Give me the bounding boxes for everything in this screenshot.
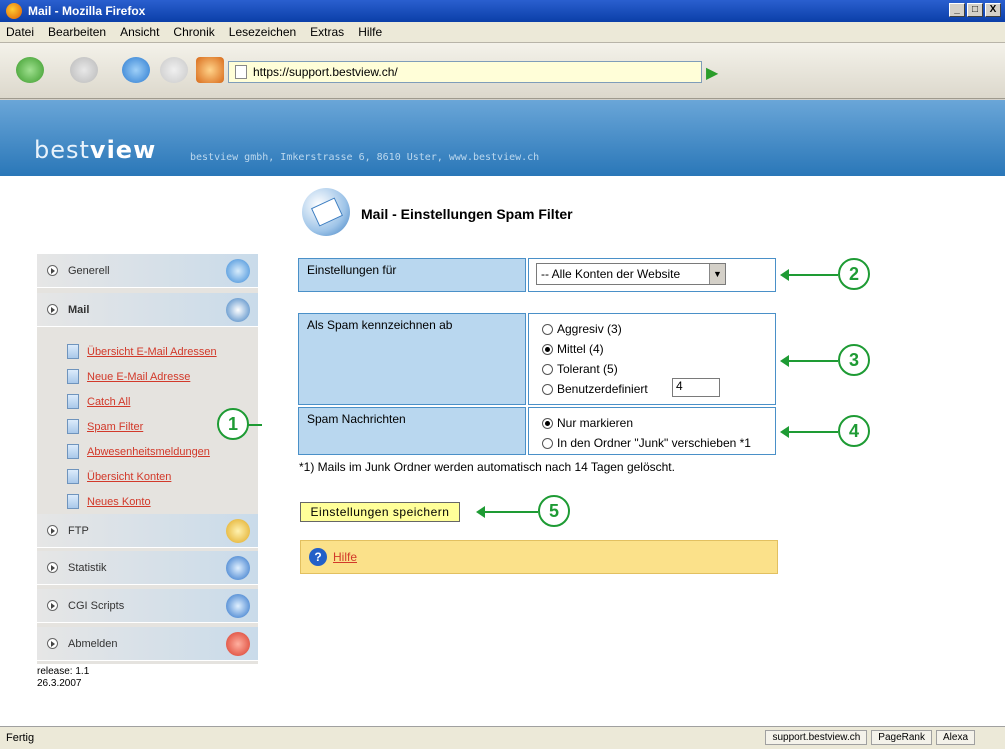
forward-arrow-icon[interactable]: [70, 57, 98, 83]
menu-datei[interactable]: Datei: [6, 25, 34, 39]
menu-ansicht[interactable]: Ansicht: [120, 25, 159, 39]
bullet-icon: [47, 265, 58, 276]
script-icon: [226, 594, 250, 618]
radio-aggresiv[interactable]: Aggresiv (3): [542, 322, 622, 336]
statistik-icon: [226, 556, 250, 580]
menu-hilfe[interactable]: Hilfe: [358, 25, 382, 39]
radio-benutzerdefiniert[interactable]: Benutzerdefiniert: [542, 382, 648, 396]
page-title: Mail - Einstellungen Spam Filter: [361, 206, 573, 222]
help-link[interactable]: Hilfe: [333, 550, 357, 564]
document-icon: [67, 444, 79, 459]
radio-tolerant[interactable]: Tolerant (5): [542, 362, 618, 376]
document-icon: [67, 419, 79, 434]
power-icon: [226, 632, 250, 656]
bullet-icon: [47, 562, 58, 573]
menu-chronik[interactable]: Chronik: [173, 25, 214, 39]
release-info: release: 1.1 26.3.2007: [37, 666, 90, 689]
document-icon: [67, 494, 79, 509]
callout-1: 1: [217, 408, 249, 440]
sidebar-link-abwesenheit[interactable]: Abwesenheitsmeldungen: [67, 444, 210, 459]
callout-5: 5: [538, 495, 570, 527]
sidebar-item-statistik[interactable]: Statistik: [37, 551, 258, 585]
callout-2: 2: [838, 258, 870, 290]
bullet-icon: [47, 525, 58, 536]
help-bar: ? Hilfe: [300, 540, 778, 574]
settings-for-label: Einstellungen für: [298, 258, 526, 292]
url-text: https://support.bestview.ch/: [253, 65, 398, 79]
save-settings-button[interactable]: Einstellungen speichern: [300, 502, 460, 522]
status-right: support.bestview.ch PageRank Alexa: [765, 730, 975, 745]
callout-4: 4: [838, 415, 870, 447]
minimize-button[interactable]: _: [949, 3, 965, 17]
status-text: Fertig: [6, 732, 35, 744]
site-tagline: bestview gmbh, Imkerstrasse 6, 8610 Uste…: [190, 152, 540, 163]
sidebar-link-uebersicht-adressen[interactable]: Übersicht E-Mail Adressen: [67, 344, 217, 359]
radio-mittel[interactable]: Mittel (4): [542, 342, 604, 356]
window-controls: _ □ X: [949, 3, 1001, 17]
callout-arrow-5: [476, 506, 538, 518]
sidebar-link-spam-filter[interactable]: Spam Filter: [67, 419, 143, 434]
go-button[interactable]: ▶: [706, 63, 726, 83]
mail-envelope-icon: [302, 188, 350, 236]
address-bar[interactable]: https://support.bestview.ch/: [228, 61, 702, 83]
stop-icon[interactable]: [160, 57, 188, 83]
account-select[interactable]: -- Alle Konten der Website ▼: [536, 263, 726, 285]
spam-threshold-label: Als Spam kennzeichnen ab: [298, 313, 526, 405]
document-icon: [67, 469, 79, 484]
firefox-icon: [6, 3, 22, 19]
document-icon: [67, 394, 79, 409]
page-icon: [235, 65, 247, 79]
sidebar-item-generell[interactable]: Generell: [37, 254, 258, 288]
bullet-icon: [47, 600, 58, 611]
sidebar-item-abmelden[interactable]: Abmelden: [37, 627, 258, 661]
bestview-logo: bestview: [34, 136, 157, 164]
reload-icon[interactable]: [122, 57, 150, 83]
sidebar-link-neues-konto[interactable]: Neues Konto: [67, 494, 151, 509]
bullet-icon: [47, 304, 58, 315]
document-icon: [67, 344, 79, 359]
back-arrow-icon[interactable]: [16, 57, 44, 83]
mail-icon: [226, 298, 250, 322]
help-icon[interactable]: ?: [309, 548, 327, 566]
menu-extras[interactable]: Extras: [310, 25, 344, 39]
home-icon[interactable]: [196, 57, 224, 83]
generell-icon: [226, 259, 250, 283]
pagerank-widget[interactable]: PageRank: [871, 730, 932, 745]
sidebar: Generell Mail Übersicht E-Mail Adressen …: [37, 254, 258, 664]
radio-junk-verschieben[interactable]: In den Ordner "Junk" verschieben *1: [542, 436, 751, 450]
close-button[interactable]: X: [985, 3, 1001, 17]
status-domain[interactable]: support.bestview.ch: [765, 730, 868, 745]
sidebar-item-ftp[interactable]: FTP: [37, 514, 258, 548]
callout-arrow-2: [780, 269, 838, 281]
sidebar-item-cgi-scripts[interactable]: CGI Scripts: [37, 589, 258, 623]
callout-arrow-3: [780, 355, 838, 367]
sidebar-link-neue-adresse[interactable]: Neue E-Mail Adresse: [67, 369, 190, 384]
callout-arrow-4: [780, 426, 838, 438]
menu-bar: Datei Bearbeiten Ansicht Chronik Lesezei…: [0, 22, 1005, 43]
status-bar: Fertig support.bestview.ch PageRank Alex…: [0, 726, 1005, 749]
page-content: Generell Mail Übersicht E-Mail Adressen …: [0, 176, 1005, 726]
sidebar-link-uebersicht-konten[interactable]: Übersicht Konten: [67, 469, 171, 484]
window-titlebar: Mail - Mozilla Firefox _ □ X: [0, 0, 1005, 22]
menu-bearbeiten[interactable]: Bearbeiten: [48, 25, 106, 39]
folder-icon: [226, 519, 250, 543]
custom-threshold-input[interactable]: 4: [672, 378, 720, 397]
navigation-toolbar: https://support.bestview.ch/ ▶: [0, 43, 1005, 99]
bullet-icon: [47, 638, 58, 649]
callout-3: 3: [838, 344, 870, 376]
alexa-widget[interactable]: Alexa: [935, 730, 975, 745]
sidebar-link-catch-all[interactable]: Catch All: [67, 394, 130, 409]
maximize-button[interactable]: □: [967, 3, 983, 17]
site-header: bestview bestview gmbh, Imkerstrasse 6, …: [0, 100, 1005, 176]
spam-messages-label: Spam Nachrichten: [298, 407, 526, 455]
window-title: Mail - Mozilla Firefox: [28, 4, 146, 18]
menu-lesezeichen[interactable]: Lesezeichen: [229, 25, 296, 39]
chevron-down-icon[interactable]: ▼: [709, 264, 725, 284]
radio-nur-markieren[interactable]: Nur markieren: [542, 416, 633, 430]
junk-footnote: *1) Mails im Junk Ordner werden automati…: [299, 460, 675, 474]
sidebar-item-mail[interactable]: Mail: [37, 293, 258, 327]
document-icon: [67, 369, 79, 384]
